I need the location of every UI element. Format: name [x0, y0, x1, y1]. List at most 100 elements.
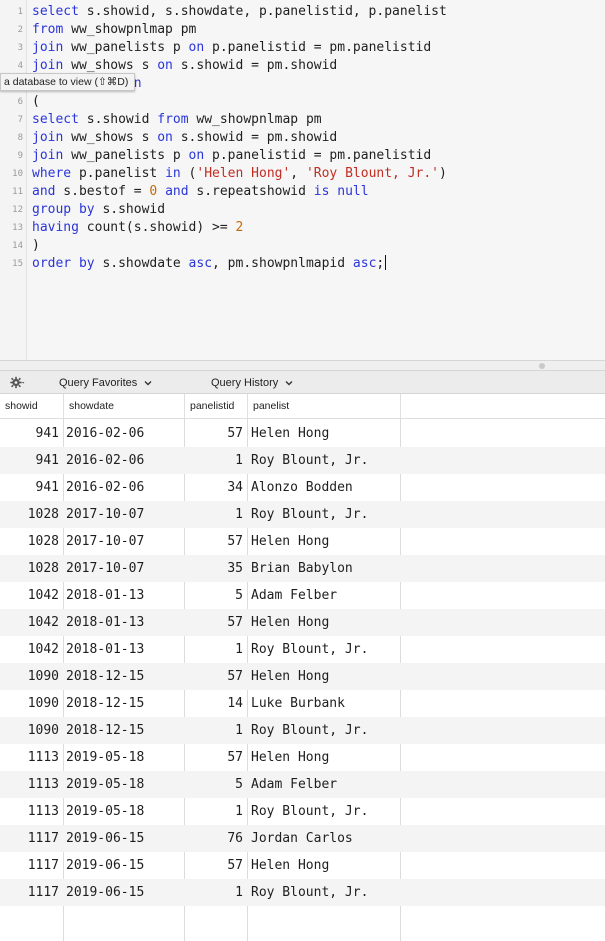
cell-showdate[interactable]: 2019-06-15: [66, 825, 184, 852]
cell-panelistid[interactable]: 5: [185, 582, 247, 609]
table-row[interactable]: 1028 2017-10-07 1 Roy Blount, Jr.: [0, 501, 605, 528]
table-row[interactable]: 1090 2018-12-15 14 Luke Burbank: [0, 690, 605, 717]
cell-showid[interactable]: 1042: [0, 582, 63, 609]
query-favorites-menu[interactable]: Query Favorites: [59, 375, 153, 390]
cell-panelistid[interactable]: 1: [185, 717, 247, 744]
cell-showid[interactable]: 1113: [0, 744, 63, 771]
cell-panelistid[interactable]: 1: [185, 501, 247, 528]
code-line[interactable]: select s.showid from ww_showpnlmap pm: [32, 111, 322, 129]
table-row[interactable]: 1117 2019-06-15 76 Jordan Carlos: [0, 825, 605, 852]
cell-panelistid[interactable]: 35: [185, 555, 247, 582]
table-row[interactable]: 941 2016-02-06 34 Alonzo Bodden: [0, 474, 605, 501]
cell-panelist[interactable]: Roy Blount, Jr.: [251, 636, 400, 663]
cell-showid[interactable]: 941: [0, 447, 63, 474]
cell-showdate[interactable]: 2018-12-15: [66, 717, 184, 744]
cell-panelistid[interactable]: 76: [185, 825, 247, 852]
table-row[interactable]: 1090 2018-12-15 57 Helen Hong: [0, 663, 605, 690]
cell-showid[interactable]: 1090: [0, 717, 63, 744]
cell-showid[interactable]: 1090: [0, 690, 63, 717]
column-header-showdate[interactable]: showdate: [64, 394, 185, 419]
cell-panelistid[interactable]: 1: [185, 798, 247, 825]
cell-showdate[interactable]: 2018-01-13: [66, 609, 184, 636]
cell-showid[interactable]: 1028: [0, 501, 63, 528]
cell-panelist[interactable]: Adam Felber: [251, 771, 400, 798]
cell-showid[interactable]: 1113: [0, 798, 63, 825]
cell-panelist[interactable]: Helen Hong: [251, 528, 400, 555]
code-line[interactable]: join ww_panelists p on p.panelistid = pm…: [32, 147, 431, 165]
code-line[interactable]: join ww_panelists p on p.panelistid = pm…: [32, 39, 431, 57]
cell-showdate[interactable]: 2018-12-15: [66, 663, 184, 690]
code-line[interactable]: (: [32, 93, 40, 111]
cell-showid[interactable]: 1028: [0, 555, 63, 582]
cell-showid[interactable]: 1113: [0, 771, 63, 798]
cell-panelistid[interactable]: 1: [185, 879, 247, 906]
cell-panelistid[interactable]: 57: [185, 852, 247, 879]
table-row[interactable]: 1113 2019-05-18 5 Adam Felber: [0, 771, 605, 798]
table-row[interactable]: 1042 2018-01-13 1 Roy Blount, Jr.: [0, 636, 605, 663]
table-row[interactable]: 1117 2019-06-15 1 Roy Blount, Jr.: [0, 879, 605, 906]
pane-splitter[interactable]: [0, 360, 605, 371]
code-line[interactable]: and s.bestof = 0 and s.repeatshowid is n…: [32, 183, 369, 201]
cell-showdate[interactable]: 2019-06-15: [66, 852, 184, 879]
cell-panelist[interactable]: Jordan Carlos: [251, 825, 400, 852]
cell-panelist[interactable]: Roy Blount, Jr.: [251, 501, 400, 528]
splitter-grip[interactable]: [539, 363, 545, 369]
table-row[interactable]: 1113 2019-05-18 1 Roy Blount, Jr.: [0, 798, 605, 825]
cell-panelist[interactable]: Helen Hong: [251, 420, 400, 447]
cell-panelist[interactable]: Alonzo Bodden: [251, 474, 400, 501]
cell-panelist[interactable]: Brian Babylon: [251, 555, 400, 582]
cell-panelistid[interactable]: 57: [185, 663, 247, 690]
cell-showdate[interactable]: 2016-02-06: [66, 447, 184, 474]
code-line[interactable]: select s.showid, s.showdate, p.panelisti…: [32, 3, 447, 21]
cell-showdate[interactable]: 2018-12-15: [66, 690, 184, 717]
table-row[interactable]: 1028 2017-10-07 35 Brian Babylon: [0, 555, 605, 582]
cell-showid[interactable]: 941: [0, 420, 63, 447]
cell-showid[interactable]: 1090: [0, 663, 63, 690]
cell-showdate[interactable]: 2019-06-15: [66, 879, 184, 906]
cell-showdate[interactable]: 2018-01-13: [66, 636, 184, 663]
results-grid[interactable]: showid showdate panelistid panelist 941 2…: [0, 394, 605, 941]
cell-panelist[interactable]: Roy Blount, Jr.: [251, 447, 400, 474]
table-row[interactable]: 941 2016-02-06 57 Helen Hong: [0, 420, 605, 447]
cell-panelist[interactable]: Roy Blount, Jr.: [251, 717, 400, 744]
cell-showdate[interactable]: 2017-10-07: [66, 528, 184, 555]
code-line[interactable]: ): [32, 237, 40, 255]
code-line[interactable]: join ww_shows s on s.showid = pm.showid: [32, 129, 337, 147]
sql-editor[interactable]: 123456789101112131415 select s.showid, s…: [0, 0, 605, 360]
column-header-showid[interactable]: showid: [0, 394, 64, 419]
table-row[interactable]: 1113 2019-05-18 57 Helen Hong: [0, 744, 605, 771]
table-row[interactable]: 1028 2017-10-07 57 Helen Hong: [0, 528, 605, 555]
table-row[interactable]: 1090 2018-12-15 1 Roy Blount, Jr.: [0, 717, 605, 744]
cell-panelistid[interactable]: 57: [185, 744, 247, 771]
cell-panelistid[interactable]: 5: [185, 771, 247, 798]
column-header-panelistid[interactable]: panelistid: [185, 394, 248, 419]
cell-showid[interactable]: 1042: [0, 636, 63, 663]
column-header-panelist[interactable]: panelist: [248, 394, 401, 419]
table-row[interactable]: 1042 2018-01-13 5 Adam Felber: [0, 582, 605, 609]
cell-panelistid[interactable]: 1: [185, 636, 247, 663]
cell-showid[interactable]: 1117: [0, 879, 63, 906]
cell-showid[interactable]: 1042: [0, 609, 63, 636]
cell-showid[interactable]: 941: [0, 474, 63, 501]
table-row[interactable]: 1117 2019-06-15 57 Helen Hong: [0, 852, 605, 879]
cell-showdate[interactable]: 2016-02-06: [66, 474, 184, 501]
cell-panelist[interactable]: Roy Blount, Jr.: [251, 879, 400, 906]
code-line[interactable]: order by s.showdate asc, pm.showpnlmapid…: [32, 255, 387, 273]
cell-showdate[interactable]: 2016-02-06: [66, 420, 184, 447]
cell-panelist[interactable]: Adam Felber: [251, 582, 400, 609]
cell-panelistid[interactable]: 14: [185, 690, 247, 717]
code-line[interactable]: from ww_showpnlmap pm: [32, 21, 196, 39]
cell-panelist[interactable]: Helen Hong: [251, 663, 400, 690]
cell-showdate[interactable]: 2017-10-07: [66, 501, 184, 528]
cell-panelist[interactable]: Helen Hong: [251, 609, 400, 636]
gear-menu-button[interactable]: [10, 375, 25, 390]
table-row[interactable]: 941 2016-02-06 1 Roy Blount, Jr.: [0, 447, 605, 474]
code-line[interactable]: group by s.showid: [32, 201, 165, 219]
cell-panelist[interactable]: Roy Blount, Jr.: [251, 798, 400, 825]
cell-showdate[interactable]: 2017-10-07: [66, 555, 184, 582]
code-line[interactable]: where p.panelist in ('Helen Hong', 'Roy …: [32, 165, 447, 183]
cell-panelist[interactable]: Helen Hong: [251, 744, 400, 771]
cell-panelistid[interactable]: 57: [185, 609, 247, 636]
query-history-menu[interactable]: Query History: [211, 375, 294, 390]
cell-panelistid[interactable]: 1: [185, 447, 247, 474]
